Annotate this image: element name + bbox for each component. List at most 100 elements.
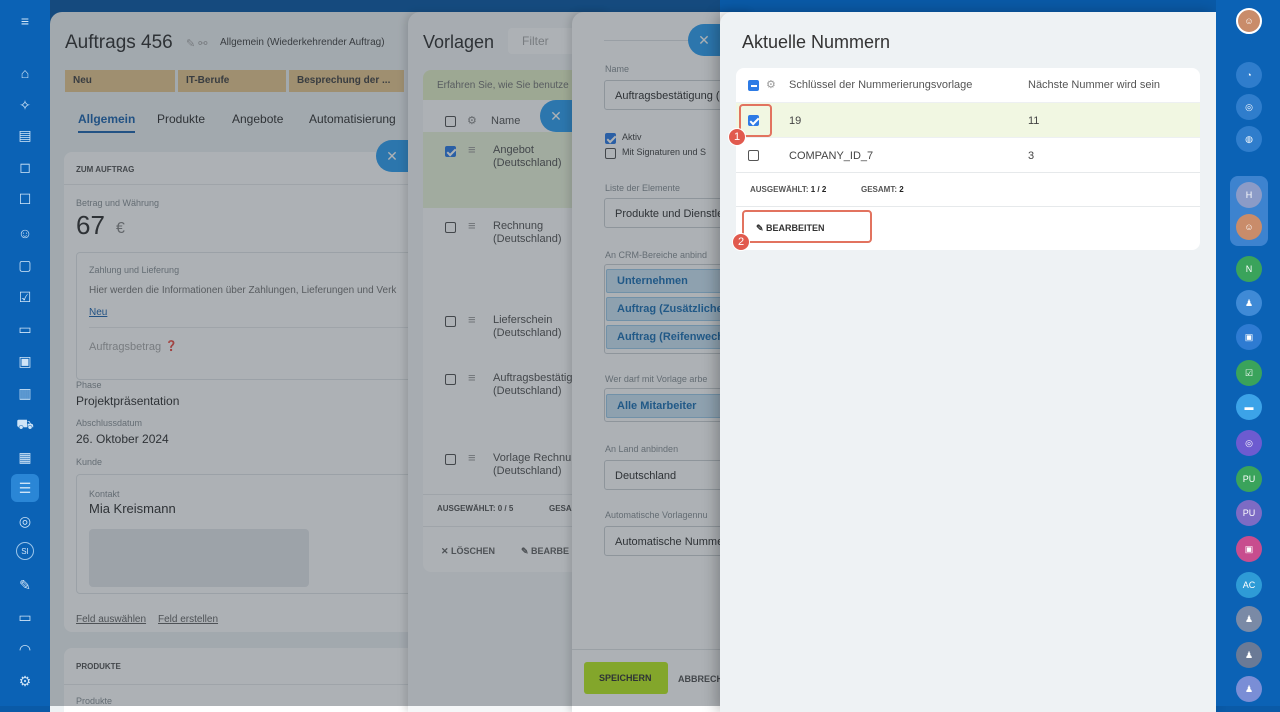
field-select-link[interactable]: Feld auswählen <box>76 614 146 625</box>
templates-selected: AUSGEWÄHLT: 0 / 5 <box>437 504 514 513</box>
target-chat-icon[interactable]: ◎ <box>1236 430 1262 456</box>
chart-icon[interactable]: ▥ <box>14 382 36 404</box>
country-select[interactable]: Deutschland <box>604 460 734 490</box>
stage-it[interactable]: IT-Berufe <box>178 70 286 92</box>
tasks-icon[interactable]: ☐ <box>14 188 36 210</box>
sign-icon[interactable]: ✎ <box>14 574 36 596</box>
info-icon: ❓ <box>165 341 178 352</box>
active-checkbox[interactable] <box>605 133 616 144</box>
who-tag[interactable]: Alle Mitarbeiter <box>606 394 726 418</box>
cancel-button[interactable]: ABBRECH <box>678 674 723 684</box>
drag-handle-icon[interactable]: ≡ <box>468 370 476 385</box>
home-icon[interactable]: ⌂ <box>14 62 36 84</box>
blurred-contact-details <box>89 529 309 587</box>
left-sidebar: ≡ ⌂ ✧ ▤ ◻ ☐ ☺ ▢ ☑ ▭ ▣ ▥ ⛟ ▦ ☰ ◎ SI ✎ ▭ ◠… <box>0 0 50 706</box>
task-icon[interactable]: ☑ <box>1236 360 1262 386</box>
file-icon[interactable]: ▢ <box>14 254 36 276</box>
drag-handle-icon[interactable]: ≡ <box>468 142 476 157</box>
tab-automation[interactable]: Automatisierung <box>309 112 396 126</box>
tab-offers[interactable]: Angebote <box>232 112 283 126</box>
elements-select[interactable]: Produkte und Dienstle <box>604 198 734 228</box>
edit-pencil-icon[interactable]: ✎ ⚯ <box>186 37 208 50</box>
crm-tag-company[interactable]: Unternehmen <box>606 269 726 293</box>
template-checkbox[interactable] <box>445 374 456 385</box>
gear-icon[interactable]: ⚙ <box>467 114 477 127</box>
name-label: Name <box>605 64 630 74</box>
save-button[interactable]: SPEICHERN <box>584 662 668 694</box>
avatar-ac[interactable]: AC <box>1236 572 1262 598</box>
avatar-h[interactable]: H <box>1236 182 1262 208</box>
stage-meeting[interactable]: Besprechung der ... <box>289 70 404 92</box>
numbers-title: Aktuelle Nummern <box>742 32 891 52</box>
lock-chat-icon[interactable]: ▣ <box>1236 536 1262 562</box>
monitor-icon[interactable]: ▣ <box>14 350 36 372</box>
new-link[interactable]: Neu <box>89 307 107 318</box>
close-templates-button[interactable]: ✕ <box>540 100 572 132</box>
chat-icon[interactable]: ◻ <box>14 156 36 178</box>
amount-value: 67 <box>76 210 105 240</box>
table-row[interactable]: COMPANY_ID_7 3 <box>736 137 1200 172</box>
lock-icon[interactable]: ▣ <box>1236 324 1262 350</box>
filter-icon[interactable]: ☰ <box>11 474 39 502</box>
name-input[interactable]: Auftragsbestätigung ( <box>604 80 734 110</box>
payment-text: Hier werden die Informationen über Zahlu… <box>89 285 397 296</box>
si-avatar[interactable]: SI <box>16 542 34 560</box>
bell-icon[interactable]: ◔ <box>1236 62 1262 88</box>
close-date-value: 26. Oktober 2024 <box>76 432 169 446</box>
edit-templates-button[interactable]: ✎ BEARBE <box>521 546 569 557</box>
message-icon[interactable]: ▬ <box>1236 394 1262 420</box>
active-label: Aktiv <box>622 132 642 142</box>
close-deal-button[interactable]: ✕ <box>376 140 408 172</box>
signatures-checkbox[interactable] <box>605 148 616 159</box>
copilot-icon[interactable]: ◎ <box>1236 94 1262 120</box>
template-checkbox[interactable] <box>445 146 456 157</box>
field-create-link[interactable]: Feld erstellen <box>158 614 218 625</box>
delete-button[interactable]: ✕ LÖSCHEN <box>441 546 495 557</box>
category-select[interactable]: Allgemein (Wiederkehrender Auftrag) <box>220 37 385 48</box>
avatar-n[interactable]: N <box>1236 256 1262 282</box>
calendar-icon[interactable]: ▦ <box>14 446 36 468</box>
settings-icon[interactable]: ⚙ <box>14 670 36 692</box>
avatar-pu-2[interactable]: PU <box>1236 500 1262 526</box>
drag-handle-icon[interactable]: ≡ <box>468 312 476 327</box>
contact-name[interactable]: Mia Kreismann <box>89 501 176 516</box>
crm-tag-deal-extra[interactable]: Auftrag (Zusätzliche <box>606 297 726 321</box>
sparkle-icon[interactable]: ✧ <box>14 94 36 116</box>
group-chat-icon[interactable]: ♟ <box>1236 290 1262 316</box>
cart-icon[interactable]: ⛟ <box>14 414 36 436</box>
template-name: Lieferschein (Deutschland) <box>493 314 562 339</box>
template-checkbox[interactable] <box>445 454 456 465</box>
contacts-icon[interactable]: ☺ <box>14 222 36 244</box>
tab-products[interactable]: Produkte <box>157 112 205 126</box>
template-checkbox[interactable] <box>445 316 456 327</box>
who-label: Wer darf mit Vorlage arbe <box>605 374 708 384</box>
row-checkbox[interactable] <box>748 150 759 161</box>
people-icon[interactable]: ♟ <box>1236 676 1262 702</box>
table-row[interactable]: 19 11 <box>736 102 1200 137</box>
menu-icon[interactable]: ≡ <box>14 10 36 32</box>
select-all-checkbox[interactable] <box>445 116 456 127</box>
numbering-select[interactable]: Automatische Numme <box>604 526 734 556</box>
target-icon[interactable]: ◎ <box>14 510 36 532</box>
drag-handle-icon[interactable]: ≡ <box>468 450 476 465</box>
checklist-icon[interactable]: ☑ <box>14 286 36 308</box>
select-all-numbers-checkbox[interactable] <box>748 80 759 91</box>
inbox-icon[interactable]: ▭ <box>14 318 36 340</box>
group-avatar-1[interactable]: ♟ <box>1236 606 1262 632</box>
user-avatar[interactable]: ☺ <box>1236 8 1262 34</box>
drag-handle-icon[interactable]: ≡ <box>468 218 476 233</box>
tab-general[interactable]: Allgemein <box>78 112 136 133</box>
group-avatar-2[interactable]: ♟ <box>1236 642 1262 668</box>
pencil-icon: ✎ <box>521 546 532 556</box>
crm-tag-deal-tires[interactable]: Auftrag (Reifenwech <box>606 325 726 349</box>
avatar-photo[interactable]: ☺ <box>1236 214 1262 240</box>
document-icon[interactable]: ▤ <box>14 124 36 146</box>
headset-icon[interactable]: ◠ <box>14 638 36 660</box>
avatar-pu-1[interactable]: PU <box>1236 466 1262 492</box>
id-card-icon[interactable]: ▭ <box>14 606 36 628</box>
search-chat-icon[interactable]: ◍ <box>1236 126 1262 152</box>
template-checkbox[interactable] <box>445 222 456 233</box>
stage-new[interactable]: Neu <box>65 70 175 92</box>
settings-gear-icon[interactable]: ⚙ <box>766 78 776 91</box>
close-form-button[interactable]: ✕ <box>688 24 720 56</box>
